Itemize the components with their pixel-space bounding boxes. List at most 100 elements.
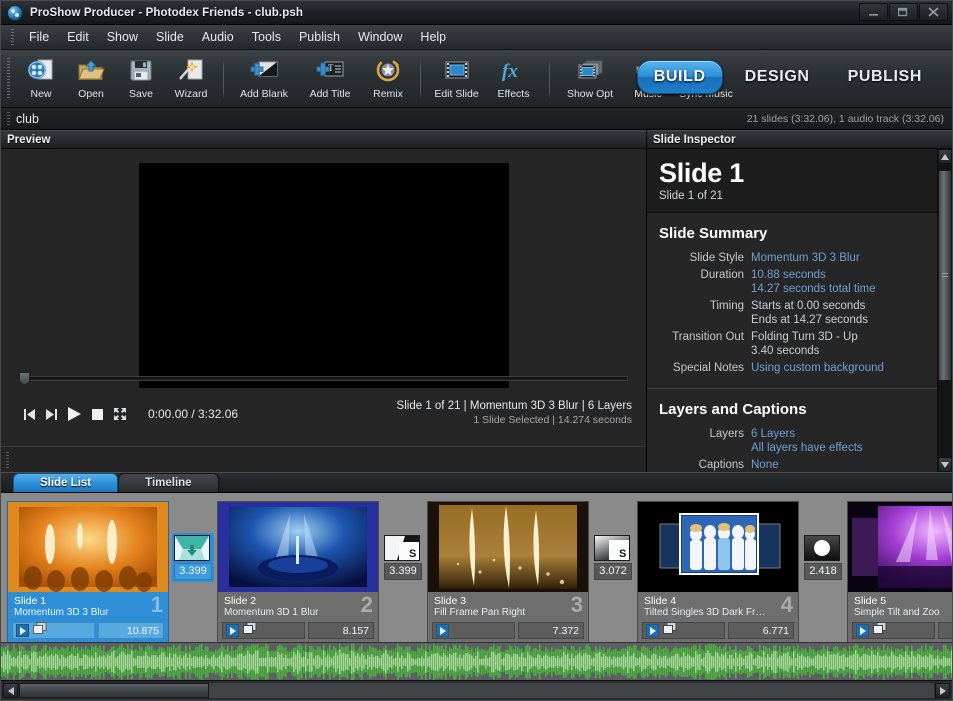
slide-duration[interactable]: 8.157 [308,622,374,639]
slide-duration[interactable]: 6.771 [728,622,794,639]
toolbar-grip-handle[interactable] [7,57,10,100]
slide-thumbnail[interactable] [218,502,378,592]
scroll-right-arrow-icon[interactable] [935,683,950,698]
mode-build[interactable]: BUILD [636,60,723,94]
circle-iris-icon[interactable] [804,534,841,561]
vertical-scroll-track[interactable] [938,164,952,457]
transition-marker-3[interactable]: S 3.072 [589,501,637,613]
soft-wipe-s-icon[interactable]: S [384,534,421,561]
preview-scrubber[interactable] [19,372,628,385]
menu-grip-handle[interactable] [11,28,14,46]
layers-icon[interactable] [873,621,887,640]
play-slide-icon[interactable] [16,624,29,637]
effects-button[interactable]: fx Effects [485,53,542,105]
scroll-up-arrow-icon[interactable] [938,149,952,164]
transition-duration[interactable]: 3.399 [384,562,422,580]
add-title-button[interactable]: T Add Title [297,53,363,105]
scrubber-track[interactable] [19,376,628,381]
slide-card-2[interactable]: Slide 2 Momentum 3D 1 Blur 2 8.157 [217,501,379,642]
footer-grip-handle[interactable] [6,451,9,468]
layers-icon[interactable] [243,621,257,640]
slide-thumbnail[interactable] [428,502,588,592]
slide-card-3[interactable]: Slide 3 Fill Frame Pan Right 3 7.372 [427,501,589,642]
remix-button[interactable]: Remix [363,53,413,105]
row-value[interactable]: All layers have effects [751,441,863,455]
menu-item-help[interactable]: Help [411,27,455,47]
wizard-button[interactable]: Wizard [166,53,216,105]
play-icon[interactable] [67,406,82,422]
row-value[interactable]: 6 Layers [751,427,863,441]
transition-duration[interactable]: 3.072 [594,562,632,580]
inspector-vertical-scrollbar[interactable] [937,149,952,472]
menu-item-slide[interactable]: Slide [147,27,193,47]
row-value[interactable]: 14.27 seconds total time [751,282,876,296]
transition-box[interactable]: 3.399 [172,532,214,582]
gradient-wipe-s-icon[interactable]: S [594,534,631,561]
menu-item-tools[interactable]: Tools [243,27,290,47]
horizontal-scroll-thumb[interactable] [19,683,209,698]
row-value[interactable]: 10.88 seconds [751,268,876,282]
fullscreen-icon[interactable] [113,407,127,421]
scrubber-thumb[interactable] [19,372,30,385]
show-options-button[interactable]: Show Opt [557,53,623,105]
slide-duration[interactable] [938,622,952,639]
tab-timeline[interactable]: Timeline [118,473,219,492]
slide-thumbnail[interactable] [8,502,168,592]
transition-box[interactable]: S 3.399 [382,533,424,582]
horizontal-scroll-track[interactable] [19,683,934,698]
transition-box[interactable]: 2.418 [802,533,844,582]
play-slide-icon[interactable] [226,624,239,637]
restore-icon[interactable] [889,3,918,21]
scroll-down-arrow-icon[interactable] [938,457,952,472]
slide-card-5[interactable]: Slide 5 Simple Tilt and Zoo 5 [847,501,952,642]
slide-list[interactable]: Slide 1 Momentum 3D 3 Blur 1 10.875 3.39… [1,492,952,642]
row-value[interactable]: None [751,458,779,472]
scroll-left-arrow-icon[interactable] [3,683,18,698]
audio-waveform-track[interactable] [1,642,952,680]
menu-item-show[interactable]: Show [98,27,147,47]
menu-item-window[interactable]: Window [349,27,411,47]
skip-previous-icon[interactable] [23,408,36,421]
menu-item-file[interactable]: File [20,27,58,47]
vertical-scroll-thumb[interactable] [938,170,952,381]
slide-thumbnail[interactable] [638,502,798,592]
save-button[interactable]: Save [116,53,166,105]
row-value[interactable]: Folding Turn 3D - Up [751,330,858,344]
tab-slide-list[interactable]: Slide List [13,473,119,492]
transition-duration[interactable]: 3.399 [174,562,212,580]
slide-card-1[interactable]: Slide 1 Momentum 3D 3 Blur 1 10.875 [7,501,169,642]
slide-duration[interactable]: 7.372 [518,622,584,639]
layers-icon[interactable] [33,621,47,640]
slide-duration[interactable]: 10.875 [98,622,164,639]
close-icon[interactable] [919,3,948,21]
horizontal-scrollbar[interactable] [1,680,952,700]
transition-box[interactable]: S 3.072 [592,533,634,582]
preview-stage[interactable] [138,163,509,388]
play-slide-icon[interactable] [856,624,869,637]
menu-item-audio[interactable]: Audio [193,27,243,47]
open-button[interactable]: Open [66,53,116,105]
row-value[interactable]: 3.40 seconds [751,344,858,358]
new-button[interactable]: New [16,53,66,105]
row-value[interactable]: Momentum 3D 3 Blur [751,251,860,265]
folding-turn-up-icon[interactable] [174,534,211,561]
mode-design[interactable]: DESIGN [729,61,826,93]
slide-card-4[interactable]: Slide 4 Tilted Singles 3D Dark Fram... 4 [637,501,799,642]
menu-item-publish[interactable]: Publish [290,27,349,47]
layers-icon[interactable] [663,621,677,640]
transition-duration[interactable]: 2.418 [804,562,842,580]
showbar-grip-handle[interactable] [7,111,10,126]
edit-slide-button[interactable]: Edit Slide [428,53,485,105]
skip-next-icon[interactable] [45,408,58,421]
menu-item-edit[interactable]: Edit [58,27,98,47]
play-slide-icon[interactable] [436,624,449,637]
transition-marker-4[interactable]: 2.418 [799,501,847,613]
add-blank-button[interactable]: Add Blank [231,53,297,105]
transition-marker-1[interactable]: 3.399 [169,501,217,613]
stop-icon[interactable] [91,408,104,421]
play-slide-icon[interactable] [646,624,659,637]
minimize-icon[interactable] [859,3,888,21]
transition-marker-2[interactable]: S 3.399 [379,501,427,613]
slide-thumbnail[interactable] [848,502,952,592]
mode-publish[interactable]: PUBLISH [832,61,938,93]
